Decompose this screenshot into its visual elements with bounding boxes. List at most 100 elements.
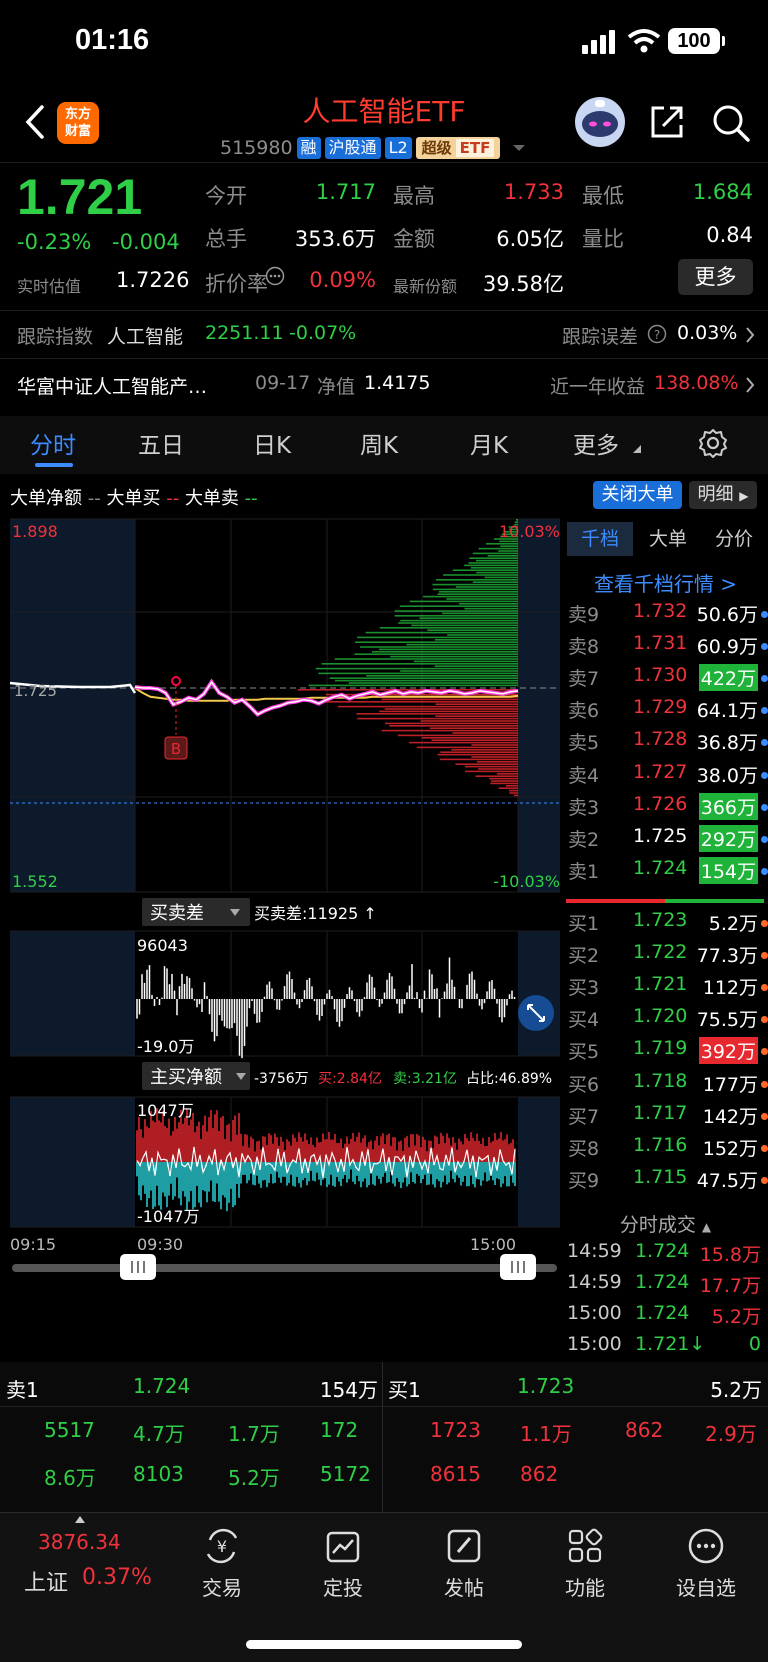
depth-bar-ask — [464, 607, 518, 610]
depth-bar-ask — [484, 576, 518, 579]
gear-icon[interactable] — [698, 428, 728, 458]
tracking-index: 人工智能 — [107, 326, 184, 348]
sell-level-row[interactable]: 卖8 1.731 60.9万 — [568, 632, 768, 664]
bb-cell: 1.7万 — [228, 1422, 280, 1446]
tab-price-dist[interactable]: 分价 — [701, 522, 767, 556]
nav-index-pct[interactable]: 0.37% — [82, 1565, 152, 1590]
fund-name: 华富中证人工智能产… — [17, 376, 208, 398]
buy-level-row[interactable]: 买3 1.721 112万 — [568, 973, 768, 1005]
level-label: 卖2 — [568, 828, 600, 851]
nav-invest-label: 定投 — [323, 1576, 363, 1600]
nav-invest[interactable]: 定投 — [293, 1526, 393, 1601]
level-label: 买3 — [568, 977, 600, 1000]
bb-cell: 862 — [625, 1418, 664, 1442]
buy-level-row[interactable]: 买8 1.716 152万 — [568, 1134, 768, 1166]
depth-bar-ask — [432, 583, 518, 586]
sell-level-row[interactable]: 卖4 1.727 38.0万 — [568, 761, 768, 793]
fund-row[interactable]: 华富中证人工智能产… 09-17 净值 1.4175 近一年收益 138.08% — [17, 372, 757, 402]
chevron-right-icon — [746, 327, 755, 343]
diff-top-label: 96043 — [137, 936, 188, 955]
nav-index-value[interactable]: 3876.34 — [38, 1530, 121, 1554]
tab-five-day[interactable]: 五日 — [138, 426, 184, 460]
sell-level-row[interactable]: 卖9 1.732 50.6万 — [568, 600, 768, 632]
wifi-icon — [627, 29, 661, 53]
nav-index-name[interactable]: 上证 — [24, 1565, 68, 1597]
robot-avatar[interactable] — [575, 97, 625, 147]
tracking-label: 跟踪指数 — [17, 326, 94, 348]
depth-bar-ask — [329, 677, 518, 679]
realtime-est-value: 1.7226 — [116, 268, 190, 292]
buy-level-row[interactable]: 买2 1.722 77.3万 — [568, 941, 768, 973]
bb-cell: 172 — [320, 1418, 359, 1442]
nav-trade[interactable]: ¥ 交易 — [172, 1526, 272, 1601]
depth-bar-ask — [390, 655, 518, 658]
buy-level-row[interactable]: 买9 1.715 47.5万 — [568, 1166, 768, 1198]
bb-cell: 5172 — [320, 1462, 371, 1486]
nav-add-watchlist[interactable]: 设自选 — [656, 1526, 756, 1601]
detail-button[interactable]: 明细 ▶ — [689, 481, 757, 509]
diff-value: 买卖差:11925 ↑ — [254, 904, 377, 923]
tab-big-order[interactable]: 大单 — [635, 522, 701, 556]
more-button[interactable]: 更多 — [678, 259, 753, 295]
depth-bar-bid — [381, 729, 518, 732]
depth-bar-bid — [508, 789, 518, 792]
view-qiandang-link[interactable]: 查看千档行情 > — [563, 568, 768, 597]
sell-level-row[interactable]: 卖3 1.726 366万 — [568, 792, 768, 825]
tab-more[interactable]: 更多 — [573, 426, 619, 460]
nav-functions[interactable]: 功能 — [535, 1526, 635, 1601]
code-row[interactable]: 515980 融 沪股通 L2 超级 ETF — [220, 136, 526, 160]
buy-level-row[interactable]: 买4 1.720 75.5万 — [568, 1005, 768, 1037]
sell-level-row[interactable]: 卖2 1.725 292万 — [568, 824, 768, 857]
depth-bar-ask — [469, 557, 518, 559]
sell-level-row[interactable]: 卖5 1.728 36.8万 — [568, 728, 768, 760]
level-price: 1.731 — [633, 632, 688, 655]
trade-row: 15:00 1.724 5.2万 — [567, 1302, 767, 1333]
buy-level-row[interactable]: 买5 1.719 392万 — [568, 1037, 768, 1069]
buy-level-row[interactable]: 买1 1.723 5.2万 — [568, 909, 768, 941]
depth-bar-bid — [381, 698, 518, 701]
help-icon[interactable]: ? — [647, 324, 667, 344]
search-icon[interactable] — [712, 104, 750, 142]
tracking-value: 2251.11 — [205, 322, 284, 344]
level-volume: 38.0万 — [696, 764, 758, 787]
sell-level-row[interactable]: 卖6 1.729 64.1万 — [568, 696, 768, 728]
buy-level-row[interactable]: 买6 1.718 177万 — [568, 1070, 768, 1102]
info-dots-icon[interactable] — [265, 266, 285, 286]
depth-bar-ask — [452, 569, 518, 571]
tracking-row[interactable]: 跟踪指数 人工智能 2251.11 -0.07% 跟踪误差 ? 0.03% — [17, 322, 757, 352]
close-big-order-button[interactable]: 关闭大单 — [593, 481, 682, 509]
intraday-chart[interactable]: B 1.898 1.725 1.552 10.03% -10.03% 买卖差 买… — [0, 517, 563, 1327]
depth-bar-ask — [360, 646, 518, 648]
tab-intraday[interactable]: 分时 — [30, 426, 76, 460]
bb-cell: 8.6万 — [44, 1466, 96, 1490]
level-dot — [761, 707, 768, 715]
range-slider-track[interactable] — [12, 1264, 557, 1272]
tracking-pct: -0.07% — [289, 322, 357, 344]
level-volume: 392万 — [698, 1037, 758, 1065]
depth-bar-ask — [318, 672, 518, 675]
status-time: 01:16 — [75, 24, 150, 56]
trades-title[interactable]: 分时成交 ▲ — [563, 1210, 768, 1237]
depth-bar-ask — [472, 581, 518, 583]
tab-monthly-k[interactable]: 月K — [470, 426, 508, 460]
depth-bar-ask — [378, 648, 518, 651]
depth-bar-ask — [470, 567, 518, 569]
depth-bar-ask — [434, 639, 518, 641]
level-price: 1.718 — [633, 1069, 688, 1092]
share-icon[interactable] — [650, 105, 684, 139]
tab-qiandang[interactable]: 千档 — [567, 522, 633, 556]
sell-level-row[interactable]: 卖7 1.730 422万 — [568, 664, 768, 696]
level-label: 买4 — [568, 1009, 600, 1032]
nav-post[interactable]: 发帖 — [414, 1526, 514, 1601]
tab-daily-k[interactable]: 日K — [253, 426, 291, 460]
more-dots-icon — [688, 1528, 724, 1564]
main-top-label: 1047万 — [137, 1101, 194, 1120]
buy-level-row[interactable]: 买7 1.717 142万 — [568, 1102, 768, 1134]
depth-bar-bid — [409, 741, 518, 744]
fund-nav-value: 1.4175 — [364, 372, 431, 394]
detail-label: 明细 — [697, 484, 734, 505]
sell-level-row[interactable]: 卖1 1.724 154万 — [568, 856, 768, 889]
tab-weekly-k[interactable]: 周K — [360, 426, 398, 460]
diff-post-zone — [518, 931, 560, 1056]
depth-bar-ask — [308, 684, 518, 687]
